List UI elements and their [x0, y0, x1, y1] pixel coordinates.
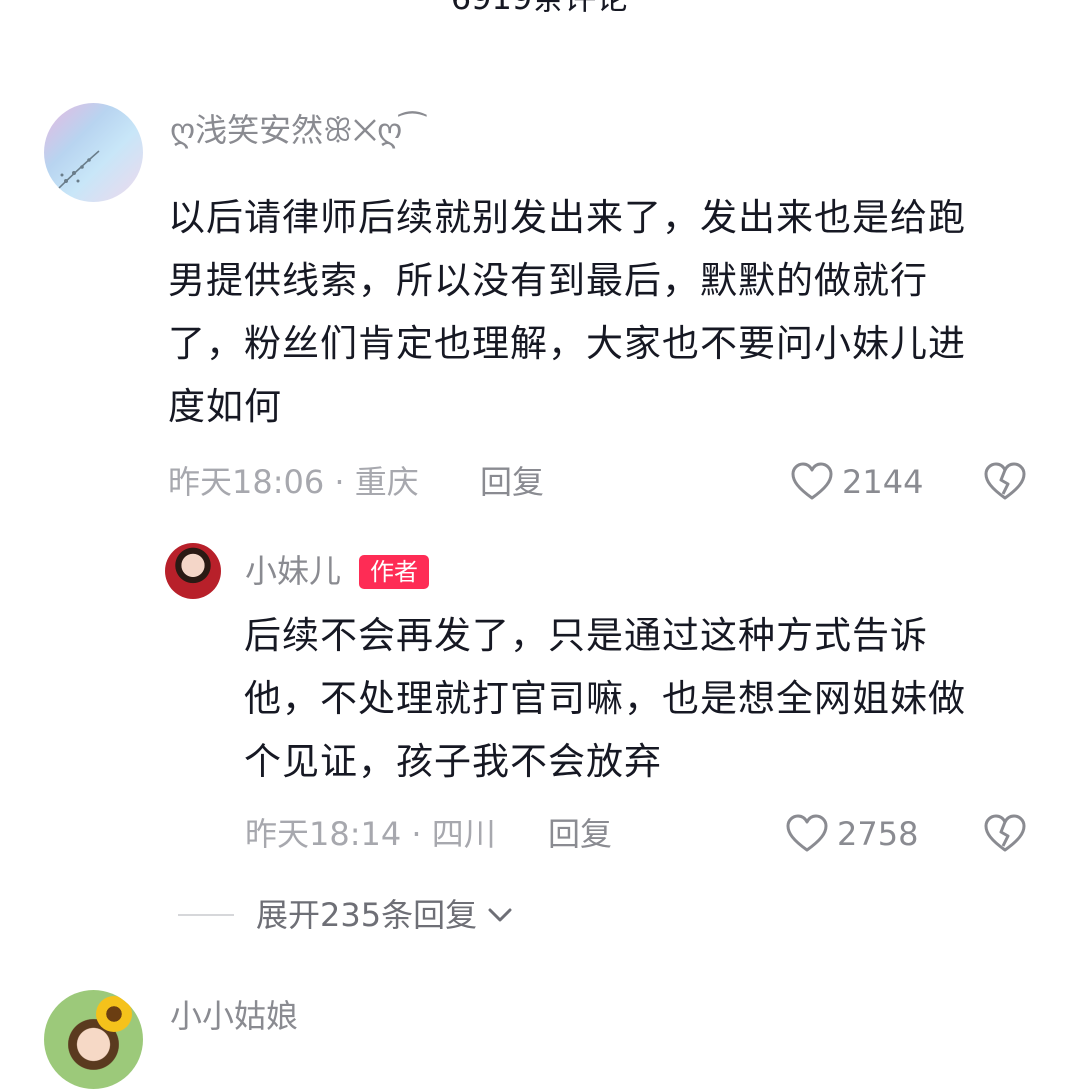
like-count: 2758	[837, 815, 919, 853]
heart-icon	[791, 462, 833, 500]
chevron-down-icon	[488, 908, 512, 922]
like-button[interactable]: 2144	[790, 460, 923, 504]
avatar[interactable]	[165, 543, 221, 599]
expand-replies-button[interactable]: 展开235条回复	[178, 893, 515, 937]
reply-username[interactable]: 小妹儿	[245, 551, 341, 591]
reply-text-line: 个见证，孩子我不会放弃	[244, 740, 662, 783]
broken-heart-icon[interactable]	[983, 812, 1027, 856]
broken-heart-icon[interactable]	[983, 460, 1027, 504]
avatar-decoration	[55, 150, 100, 192]
reply-button[interactable]: 回复	[548, 814, 612, 854]
like-count: 2144	[842, 463, 924, 501]
author-badge: 作者	[359, 555, 429, 589]
divider-line	[178, 914, 234, 916]
reply-text-line: 他，不处理就打官司嘛，也是想全网姐妹做	[244, 677, 966, 720]
reply-button[interactable]: 回复	[480, 462, 544, 502]
comment-username[interactable]: 小小姑娘	[170, 996, 298, 1036]
comment-count-title: 6919条评论	[0, 0, 1079, 18]
comment-text-line: 了，粉丝们肯定也理解，大家也不要问小妹儿进	[168, 322, 966, 365]
heart-icon	[786, 814, 828, 852]
comment-text-line: 以后请律师后续就别发出来了，发出来也是给跑	[168, 196, 966, 239]
comment-username[interactable]: ღ浅笑安然ꕥ྾ღ ͡	[170, 110, 412, 150]
reply-text[interactable]: 后续不会再发了，只是通过这种方式告诉 他，不处理就打官司嘛，也是想全网姐妹做 个…	[244, 604, 1054, 793]
reply-meta: 昨天18:14 · 四川	[245, 815, 496, 853]
comment-text-line: 男提供线索，所以没有到最后，默默的做就行	[168, 259, 928, 302]
avatar[interactable]	[44, 990, 143, 1089]
comment-meta: 昨天18:06 · 重庆	[168, 463, 419, 501]
expand-replies-label: 展开235条回复	[256, 896, 478, 934]
comment-text-line: 度如何	[168, 385, 282, 428]
avatar[interactable]	[44, 103, 143, 202]
like-button[interactable]: 2758	[785, 812, 918, 856]
comment-text[interactable]: 以后请律师后续就别发出来了，发出来也是给跑 男提供线索，所以没有到最后，默默的做…	[168, 186, 1048, 438]
sunflower-icon	[96, 996, 132, 1032]
reply-text-line: 后续不会再发了，只是通过这种方式告诉	[244, 614, 928, 657]
